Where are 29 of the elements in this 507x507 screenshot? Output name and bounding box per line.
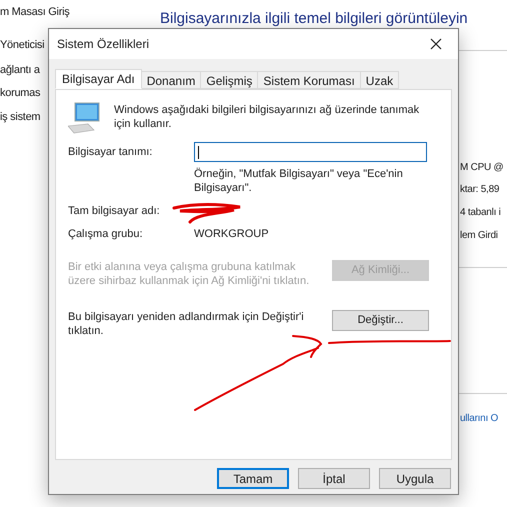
tab[interactable]: Uzak (360, 71, 400, 89)
window-title: Sistem Özellikleri (57, 36, 150, 53)
tab[interactable]: Gelişmiş (200, 71, 258, 89)
tab[interactable]: Donanım (140, 71, 202, 89)
system-detail: M CPU @ (460, 161, 504, 175)
field-label: Bilgisayar tanımı: (68, 144, 154, 160)
sidebar-link[interactable]: Yöneticisi (0, 37, 44, 54)
dialog-button[interactable]: Uygula (379, 468, 451, 489)
instruction-text: Bir etki alanına veya çalışma grubuna katılmak üzere sihirbaz kullanmak için Ağ Kimliği'ni tıklatın. (68, 260, 310, 288)
field-label: Tam bilgisayar adı: (68, 204, 161, 219)
system-detail: ktar: 5,89 (460, 183, 500, 197)
tab[interactable]: Bilgisayar Adı (55, 69, 142, 89)
system-detail: lem Girdi (460, 229, 498, 243)
link[interactable]: ullarını O (460, 411, 498, 426)
sidebar-link[interactable]: m Masası Giriş (0, 4, 70, 20)
sidebar-link[interactable]: iş sistem (0, 109, 40, 126)
instruction-text: Bu bilgisayarı yeniden adlandırmak için Değiştir'i tıklatın. (68, 310, 305, 338)
tab[interactable]: Sistem Koruması (257, 71, 361, 89)
action-button[interactable]: Değiştir... (332, 310, 429, 331)
intro-text: Windows aşağıdaki bilgileri bilgisayarınızı ağ üzerinde tanımak için kullanır. (114, 103, 420, 131)
hint-text: Örneğin, "Mutfak Bilgisayarı" veya "Ece'nin Bilgisayarı". (194, 167, 404, 195)
page-heading: Bilgisayarınızla ilgili temel bilgileri görüntüleyin (160, 9, 468, 29)
field-label: Çalışma grubu: (68, 226, 144, 242)
workgroup-value: WORKGROUP (194, 226, 269, 242)
sidebar-link[interactable]: ağlantı a (0, 62, 40, 78)
system-detail: 4 tabanlı i (460, 206, 501, 220)
dialog-button[interactable]: Tamam (217, 468, 289, 489)
dialog-button[interactable]: İptal (298, 468, 370, 489)
sidebar-link[interactable]: korumas (0, 85, 40, 102)
